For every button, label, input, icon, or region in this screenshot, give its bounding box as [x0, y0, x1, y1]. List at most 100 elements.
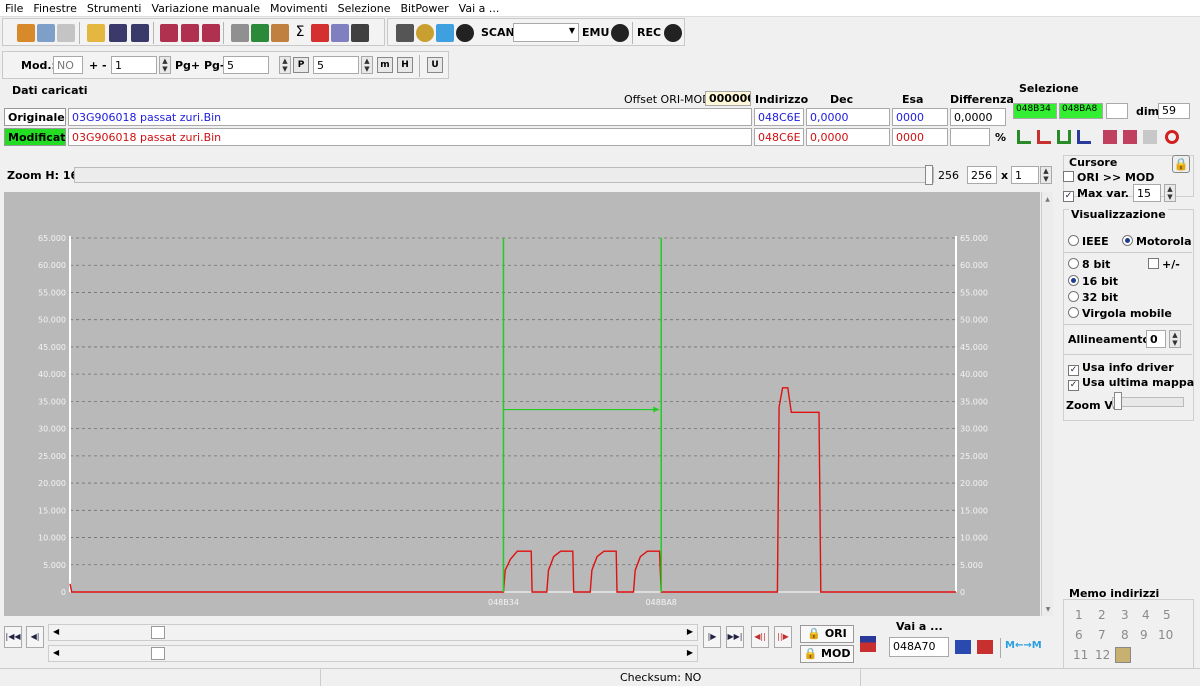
memo-slot-3[interactable]: 3	[1121, 608, 1129, 622]
menu-file[interactable]: File	[0, 0, 28, 15]
memo-slot-10[interactable]: 10	[1158, 628, 1173, 642]
scan-dropdown[interactable]: ▼	[513, 23, 579, 42]
modified-diff[interactable]	[950, 128, 990, 146]
ori-mod-option[interactable]: ORI >> MOD	[1063, 171, 1154, 184]
mod-scrollbar[interactable]: ◀ ▶	[48, 645, 698, 662]
ieee-option[interactable]: IEEE	[1068, 235, 1109, 248]
paste-selection-icon[interactable]	[1123, 130, 1137, 144]
record-dot-icon[interactable]	[456, 24, 474, 42]
align-field[interactable]: 0	[1146, 330, 1166, 348]
next-page-icon[interactable]: |▶	[703, 626, 721, 648]
float-radio[interactable]	[1068, 307, 1079, 318]
ieee-radio[interactable]	[1068, 235, 1079, 246]
windows-icon[interactable]	[37, 24, 55, 42]
bar-icon[interactable]	[251, 24, 269, 42]
mod-button[interactable]: 🔒 MOD	[800, 645, 854, 663]
zoom-h-value-right[interactable]: 256	[967, 166, 997, 184]
use-driver-checkbox[interactable]: ✓	[1068, 365, 1079, 376]
memo-slot-11[interactable]: 11	[1073, 648, 1088, 662]
menu-selection[interactable]: Selezione	[333, 0, 396, 15]
max-var-checkbox[interactable]: ✓	[1063, 191, 1074, 202]
memo-slot-4[interactable]: 4	[1142, 608, 1150, 622]
bit32-radio[interactable]	[1068, 291, 1079, 302]
memo-slot-1[interactable]: 1	[1075, 608, 1083, 622]
select-start-icon[interactable]	[1017, 130, 1031, 144]
align-spinner[interactable]: ▲ ▼	[1169, 330, 1181, 348]
zoom-h-thumb[interactable]	[925, 165, 933, 185]
select-block-icon[interactable]	[1077, 130, 1091, 144]
memo-slot-2[interactable]: 2	[1098, 608, 1106, 622]
prev-diff-icon[interactable]: ◀||	[751, 626, 769, 648]
save-icon[interactable]	[109, 24, 127, 42]
table-icon[interactable]	[202, 24, 220, 42]
dim-field[interactable]: 59	[1158, 103, 1190, 119]
page-field[interactable]: 5	[223, 56, 269, 74]
bit8-option[interactable]: 8 bit	[1068, 258, 1110, 271]
save-as-icon[interactable]	[131, 24, 149, 42]
ori-scrollbar[interactable]: ◀ ▶	[48, 624, 698, 641]
next-diff-icon[interactable]: ||▶	[774, 626, 792, 648]
page-spinner[interactable]: ▲ ▼	[279, 56, 291, 74]
first-page-icon[interactable]: |◀◀	[4, 626, 22, 648]
goto-range-icon[interactable]: M←→M	[1005, 640, 1042, 654]
flag-icon[interactable]	[311, 24, 329, 42]
binoculars-icon[interactable]	[351, 24, 369, 42]
memo-slot-12[interactable]: 12	[1095, 648, 1110, 662]
p-icon[interactable]: P	[293, 57, 309, 73]
menu-windows[interactable]: Finestre	[28, 0, 81, 15]
select-end-icon[interactable]	[1037, 130, 1051, 144]
zoom-v-thumb[interactable]	[1114, 392, 1122, 410]
menu-manual-variation[interactable]: Variazione manuale	[146, 0, 265, 15]
lock-toggle-icon[interactable]: 🔒	[1172, 155, 1190, 173]
motorola-option[interactable]: Motorola	[1122, 235, 1192, 248]
goto-mod-icon[interactable]	[977, 640, 993, 654]
pencil-icon[interactable]	[271, 24, 289, 42]
emu-button-icon[interactable]	[611, 24, 629, 42]
reset-icon[interactable]	[1165, 130, 1179, 144]
step-field[interactable]: 1	[111, 56, 157, 74]
goto-ori-icon[interactable]	[955, 640, 971, 654]
copy-icon[interactable]	[231, 24, 249, 42]
max-var-spinner[interactable]: ▲ ▼	[1164, 184, 1176, 202]
zoom-v-track[interactable]	[1112, 397, 1184, 407]
use-last-map-checkbox[interactable]: ✓	[1068, 380, 1079, 391]
menu-movements[interactable]: Movimenti	[265, 0, 333, 15]
home-icon[interactable]	[17, 24, 35, 42]
ori-mod-checkbox[interactable]	[1063, 171, 1074, 182]
use-last-map-option[interactable]: ✓ Usa ultima mappa	[1068, 376, 1194, 391]
m-icon[interactable]: m	[377, 57, 393, 73]
menu-goto[interactable]: Vai a ...	[454, 0, 505, 15]
chart-vertical-scrollbar[interactable]: ▲ ▼	[1041, 192, 1053, 616]
u-icon[interactable]: U	[427, 57, 443, 73]
sum-icon[interactable]: Σ	[291, 24, 309, 42]
memo-slot-7[interactable]: 7	[1098, 628, 1106, 642]
max-var-option[interactable]: ✓ Max var.	[1063, 187, 1129, 202]
memo-edit-icon[interactable]	[1115, 647, 1131, 663]
max-var-field[interactable]: 15	[1133, 184, 1161, 202]
zoom-multiplier-spinner[interactable]: ▲ ▼	[1040, 166, 1052, 184]
bit16-radio[interactable]	[1068, 275, 1079, 286]
plusminus-checkbox[interactable]	[1148, 258, 1159, 269]
step-spinner[interactable]: ▲ ▼	[159, 56, 171, 74]
memo-slot-6[interactable]: 6	[1075, 628, 1083, 642]
use-driver-option[interactable]: ✓ Usa info driver	[1068, 361, 1174, 376]
float-option[interactable]: Virgola mobile	[1068, 307, 1172, 320]
copy-selection-icon[interactable]	[1103, 130, 1117, 144]
memo-slot-9[interactable]: 9	[1140, 628, 1148, 642]
p-spinner[interactable]: ▲ ▼	[361, 56, 373, 74]
terminal-icon[interactable]	[396, 24, 414, 42]
lock-icon[interactable]	[416, 24, 434, 42]
zoom-h-track[interactable]	[74, 167, 934, 183]
zoom-multiplier[interactable]: 1	[1011, 166, 1039, 184]
panel-icon[interactable]	[57, 24, 75, 42]
open-folder-icon[interactable]	[87, 24, 105, 42]
h-icon[interactable]: H	[397, 57, 413, 73]
last-page-icon[interactable]: ▶▶|	[726, 626, 744, 648]
menu-bitpower[interactable]: BitPower	[395, 0, 453, 15]
rec-button-icon[interactable]	[664, 24, 682, 42]
chart[interactable]: 0 0 5.000 5.000 10.000 10.000 15.000 15.000 20.0…	[4, 192, 1040, 616]
goto-field[interactable]: 048A70	[889, 637, 949, 657]
p-field[interactable]: 5	[313, 56, 359, 74]
swap-icon[interactable]	[860, 636, 876, 652]
prev-page-icon[interactable]: ◀|	[26, 626, 44, 648]
